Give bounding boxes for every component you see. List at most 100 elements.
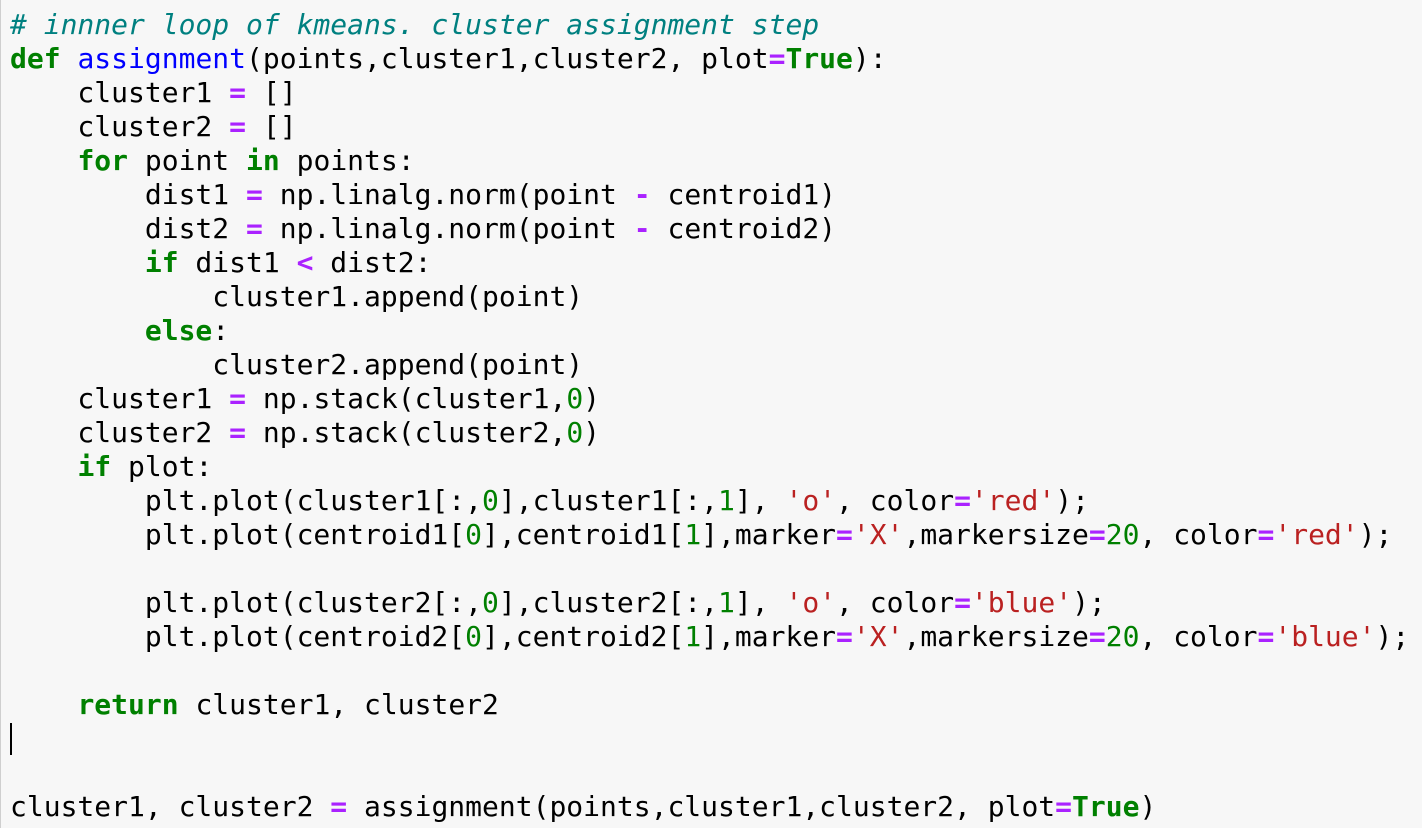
code-token: = — [229, 76, 247, 109]
code-token: plot: — [111, 450, 213, 483]
code-line[interactable]: plt.plot(centroid2[0],centroid2[1],marke… — [10, 620, 1409, 654]
code-token: 'red' — [970, 484, 1056, 517]
code-token: cluster1, cluster2 — [178, 688, 499, 721]
code-token: = — [330, 790, 348, 823]
code-token: return — [77, 688, 179, 721]
code-token: = — [768, 42, 786, 75]
code-token: 0 — [566, 416, 584, 449]
text-cursor — [10, 723, 12, 755]
code-line[interactable]: else: — [10, 314, 1409, 348]
code-line[interactable]: cluster1.append(point) — [10, 280, 1409, 314]
code-token: ], — [734, 484, 786, 517]
code-token: , color — [836, 484, 955, 517]
code-line[interactable]: plt.plot(centroid1[0],centroid1[1],marke… — [10, 518, 1409, 552]
code-token: in — [246, 144, 280, 177]
code-line[interactable]: cluster2 = [] — [10, 110, 1409, 144]
code-token: for — [77, 144, 129, 177]
code-line[interactable]: for point in points: — [10, 144, 1409, 178]
code-line[interactable] — [10, 552, 1409, 586]
code-line[interactable]: return cluster1, cluster2 — [10, 688, 1409, 722]
code-token: - — [633, 212, 651, 245]
code-token: ,markersize — [903, 518, 1089, 551]
code-token: = — [954, 484, 971, 517]
code-token: True — [1072, 790, 1140, 823]
code-line[interactable]: cluster1, cluster2 = assignment(points,c… — [10, 790, 1409, 824]
code-token: cluster1, cluster2 — [10, 790, 331, 823]
code-token: : — [212, 314, 230, 347]
code-token: 1 — [718, 484, 735, 517]
code-token: ) — [583, 382, 601, 415]
code-token: [] — [246, 110, 297, 143]
code-token: dist1 — [10, 178, 247, 211]
code-token: 20 — [1105, 518, 1140, 551]
code-token: 0 — [482, 484, 499, 517]
code-token: ); — [1358, 518, 1393, 551]
code-line[interactable]: plt.plot(cluster1[:,0],cluster1[:,1], 'o… — [10, 484, 1409, 518]
code-token: , color — [1139, 620, 1258, 653]
code-line[interactable]: cluster2.append(point) — [10, 348, 1409, 382]
code-token: np.stack(cluster1, — [246, 382, 567, 415]
code-line[interactable] — [10, 722, 1409, 756]
code-token: = — [246, 212, 263, 245]
code-token: = — [1088, 620, 1106, 653]
code-line[interactable]: cluster1 = np.stack(cluster1,0) — [10, 382, 1409, 416]
code-content[interactable]: # innner loop of kmeans. cluster assignm… — [10, 8, 1409, 824]
code-line[interactable]: cluster2 = np.stack(cluster2,0) — [10, 416, 1409, 450]
code-line[interactable]: # innner loop of kmeans. cluster assignm… — [10, 8, 1409, 42]
code-token: points: — [279, 144, 415, 177]
code-token: 0 — [482, 586, 499, 619]
code-token: cluster1 — [10, 382, 230, 415]
code-token: 'blue' — [970, 586, 1073, 619]
code-editor[interactable]: # innner loop of kmeans. cluster assignm… — [0, 0, 1422, 828]
code-token: [] — [246, 76, 297, 109]
code-token: = — [1257, 518, 1275, 551]
code-line[interactable]: dist1 = np.linalg.norm(point - centroid1… — [10, 178, 1409, 212]
code-line[interactable] — [10, 654, 1409, 688]
code-token: 'blue' — [1274, 620, 1376, 653]
code-token: if — [77, 450, 112, 483]
code-token: ); — [1072, 586, 1106, 619]
code-token: centroid2) — [650, 212, 837, 245]
code-token: cluster1 — [10, 76, 230, 109]
code-token: ],marker — [701, 620, 837, 653]
code-token: if — [144, 246, 179, 279]
code-token: def — [10, 42, 61, 75]
code-token: 'X' — [852, 620, 904, 653]
code-token: = — [229, 382, 247, 415]
code-line[interactable] — [10, 756, 1409, 790]
code-token: True — [785, 42, 853, 75]
code-token: plt.plot(centroid1[ — [10, 518, 466, 551]
code-token: ): — [852, 42, 887, 75]
code-token: 1 — [684, 620, 702, 653]
code-line[interactable]: if dist1 < dist2: — [10, 246, 1409, 280]
code-token: = — [1257, 620, 1275, 653]
code-token: plt.plot(cluster1[:, — [10, 484, 483, 517]
code-line[interactable]: cluster1 = [] — [10, 76, 1409, 110]
code-line[interactable]: plt.plot(cluster2[:,0],cluster2[:,1], 'o… — [10, 586, 1409, 620]
code-token: ], — [734, 586, 786, 619]
code-token: ,markersize — [903, 620, 1089, 653]
code-token: ],cluster1[:, — [498, 484, 719, 517]
code-token: 20 — [1105, 620, 1140, 653]
code-token: 1 — [684, 518, 702, 551]
code-line[interactable]: if plot: — [10, 450, 1409, 484]
code-token: 'red' — [1274, 518, 1359, 551]
code-token: , color — [1139, 518, 1258, 551]
code-token: dist2: — [313, 246, 432, 279]
code-token: np.linalg.norm(point — [262, 212, 634, 245]
code-line[interactable]: def assignment(points,cluster1,cluster2,… — [10, 42, 1409, 76]
code-token: 0 — [465, 620, 483, 653]
code-token: plt.plot(cluster2[:, — [10, 586, 483, 619]
code-token: = — [246, 178, 263, 211]
code-token: centroid1) — [650, 178, 837, 211]
code-line[interactable]: dist2 = np.linalg.norm(point - centroid2… — [10, 212, 1409, 246]
code-token: < — [296, 246, 314, 279]
code-token: # innner loop of kmeans. cluster assignm… — [10, 8, 820, 41]
code-token: ],centroid2[ — [482, 620, 685, 653]
code-token: ); — [1375, 620, 1410, 653]
code-token: np.stack(cluster2, — [246, 416, 567, 449]
code-token: point — [128, 144, 247, 177]
